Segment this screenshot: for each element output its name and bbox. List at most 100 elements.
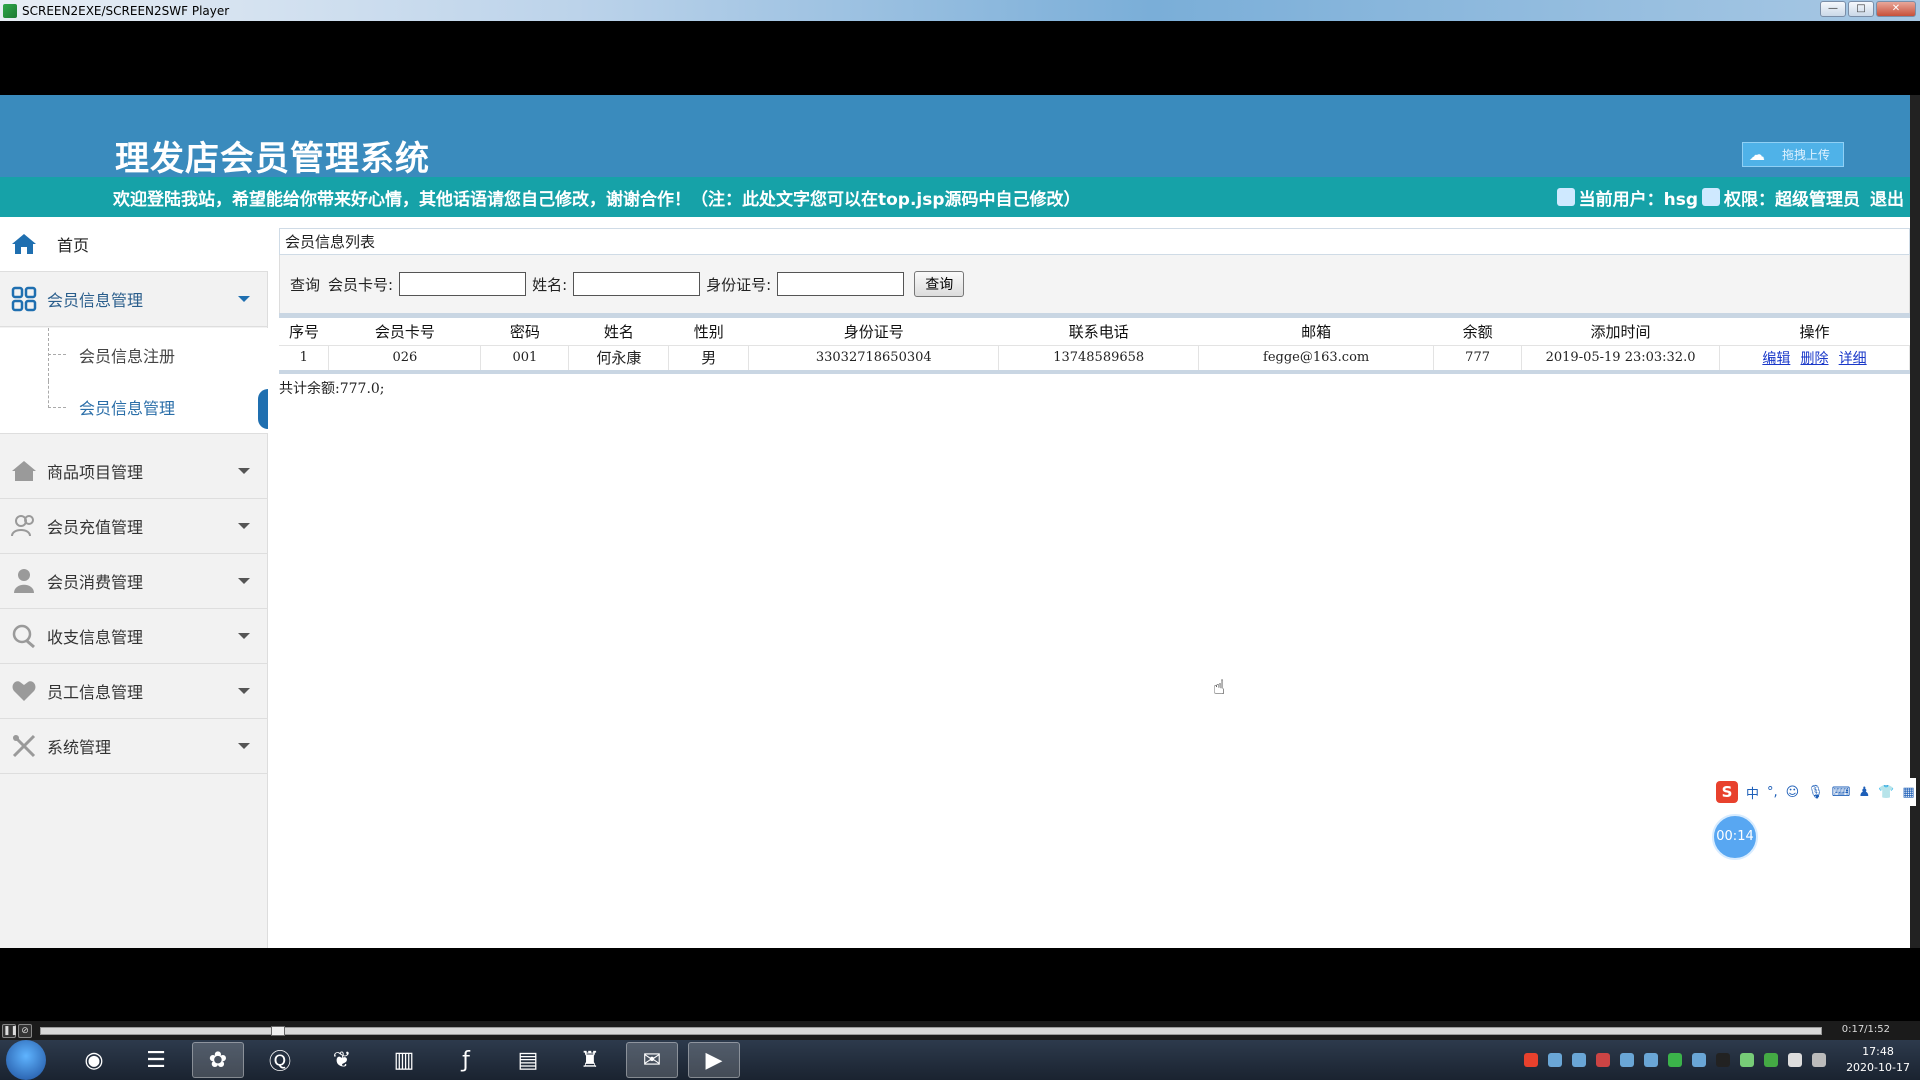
- cell-index: 1: [279, 344, 330, 370]
- sidebar-subitem-member-register[interactable]: 会员信息注册: [0, 328, 268, 381]
- network-icon[interactable]: [1740, 1053, 1755, 1067]
- start-button[interactable]: [6, 1040, 46, 1080]
- column-header: 密码: [509, 322, 540, 341]
- cell-gender: 男: [668, 344, 750, 370]
- emoji-icon[interactable]: ☺: [1786, 785, 1800, 800]
- column-header: 序号: [288, 322, 319, 341]
- qq-icon[interactable]: ♜: [564, 1042, 616, 1078]
- detail-link[interactable]: 详细: [1839, 351, 1867, 367]
- sidebar-item-member-info[interactable]: 会员信息管理: [0, 272, 268, 327]
- sidebar-item-staff[interactable]: 员工信息管理: [0, 664, 268, 719]
- caret-down-icon: [238, 523, 250, 529]
- sidebar-item-recharge[interactable]: 会员充值管理: [0, 499, 268, 554]
- idcard-input[interactable]: [777, 272, 905, 296]
- user-icon: [1556, 188, 1575, 206]
- cell-name: 何永康: [568, 344, 670, 370]
- tray-icon[interactable]: [1644, 1053, 1659, 1067]
- sidebar: 首页 会员信息管理 会员信息注册 会员信息管理 商品项目管理 会员充值管理 会员…: [0, 217, 268, 948]
- window-controls: — □ ✕: [1820, 1, 1916, 17]
- skin-icon[interactable]: 👕: [1878, 785, 1894, 800]
- playback-time: 0:17/1:52: [1841, 1024, 1890, 1035]
- name-input[interactable]: [573, 272, 701, 296]
- close-button[interactable]: ✕: [1876, 1, 1916, 17]
- column-header: 身份证号: [843, 322, 904, 341]
- keyboard-icon[interactable]: ⌨: [1832, 785, 1851, 800]
- tray-icon[interactable]: [1764, 1053, 1779, 1067]
- cell-password: 001: [480, 344, 570, 370]
- volume-icon[interactable]: [1788, 1053, 1803, 1067]
- member-table-wrap: 序号 会员卡号 密码 姓名 性别 身份证号 联系电话 邮箱 余额 添加时间 操作: [279, 313, 1910, 374]
- column-header: 联系电话: [1068, 322, 1129, 341]
- sogou-tray-icon[interactable]: [1524, 1053, 1539, 1067]
- sidebar-item-finance[interactable]: 收支信息管理: [0, 609, 268, 664]
- sogou-logo-icon: S: [1716, 781, 1738, 803]
- minimize-button[interactable]: —: [1820, 1, 1846, 17]
- sidebar-subitem-label: 会员信息管理: [79, 399, 176, 418]
- sidebar-item-home[interactable]: 首页: [0, 217, 268, 272]
- punctuation-icon[interactable]: °,: [1767, 785, 1778, 800]
- column-header: 姓名: [603, 322, 634, 341]
- search-prefix: 查询: [290, 275, 321, 294]
- grid-icon[interactable]: ▦: [1902, 785, 1914, 800]
- baidu-netdisk-icon[interactable]: ✿: [192, 1042, 244, 1078]
- seek-thumb[interactable]: [271, 1026, 285, 1036]
- sidebar-label: 会员充值管理: [47, 518, 144, 537]
- caret-down-icon: [238, 743, 250, 749]
- folder-icon[interactable]: ▤: [502, 1042, 554, 1078]
- edit-link[interactable]: 编辑: [1762, 351, 1790, 367]
- seek-bar[interactable]: [40, 1026, 1822, 1036]
- maximize-button[interactable]: □: [1848, 1, 1874, 17]
- wechat-tray-icon[interactable]: [1668, 1053, 1683, 1067]
- column-header: 会员卡号: [374, 322, 435, 341]
- chrome-icon[interactable]: ◉: [68, 1042, 120, 1078]
- tray-icon[interactable]: [1572, 1053, 1587, 1067]
- taskbar-clock[interactable]: 17:48 2020-10-17: [1846, 1044, 1910, 1076]
- card-label: 会员卡号:: [328, 275, 394, 294]
- ime-toolbar[interactable]: S 中 °, ☺ 🎙 ⌨ ♟ 👕 ▦: [1712, 778, 1916, 806]
- query-button[interactable]: 查询: [914, 271, 965, 297]
- wechat-icon[interactable]: ✉: [626, 1042, 678, 1078]
- sidebar-item-products[interactable]: 商品项目管理: [0, 444, 268, 499]
- sidebar-subitem-member-manage[interactable]: 会员信息管理: [0, 381, 268, 434]
- house-icon: [11, 458, 37, 484]
- caret-down-icon: [238, 688, 250, 694]
- shield-icon[interactable]: [1620, 1053, 1635, 1067]
- tray-icon[interactable]: [1596, 1053, 1611, 1067]
- system-title: 理发店会员管理系统: [115, 139, 430, 179]
- card-number-input[interactable]: [399, 272, 527, 296]
- qq-tray-icon[interactable]: [1716, 1053, 1731, 1067]
- member-table: 序号 会员卡号 密码 姓名 性别 身份证号 联系电话 邮箱 余额 添加时间 操作: [279, 318, 1910, 370]
- table-row: 1 026 001 何永康 男 33032718650304 137485896…: [279, 344, 1910, 370]
- sidebar-item-system[interactable]: 系统管理: [0, 719, 268, 774]
- tools-icon: [11, 733, 37, 759]
- player-taskbar-icon[interactable]: ▶: [688, 1042, 740, 1078]
- sidebar-item-consumption[interactable]: 会员消费管理: [0, 554, 268, 609]
- sidebar-label: 员工信息管理: [47, 683, 144, 702]
- user-icon[interactable]: ♟: [1859, 785, 1871, 800]
- caret-down-icon: [238, 468, 250, 474]
- chart-app-icon[interactable]: ▥: [378, 1042, 430, 1078]
- mic-icon[interactable]: 🎙: [1807, 785, 1824, 800]
- file-manager-icon[interactable]: ☰: [130, 1042, 182, 1078]
- display-icon[interactable]: [1812, 1053, 1827, 1067]
- leaf-app-icon[interactable]: ❦: [316, 1042, 368, 1078]
- caret-down-icon: [238, 296, 250, 302]
- cell-card: 026: [328, 344, 482, 370]
- arrow-icon[interactable]: [1692, 1053, 1707, 1067]
- pause-icon[interactable]: ❚❚: [2, 1023, 18, 1038]
- panel-title: 会员信息列表: [279, 228, 1910, 255]
- cell-email: fegge@163.com: [1198, 344, 1435, 370]
- home-icon: [11, 231, 37, 257]
- delete-link[interactable]: 删除: [1801, 351, 1829, 367]
- ime-mode-indicator[interactable]: 中: [1746, 783, 1759, 802]
- logout-link[interactable]: 退出: [1870, 185, 1904, 210]
- upload-button[interactable]: ☁ 拖拽上传: [1742, 142, 1844, 167]
- taskbar: ◉ ☰ ✿ Ⓠ ❦ ▥ ƒ ▤ ♜ ✉ ▶ 17:48 2020-10-17: [0, 1040, 1920, 1080]
- browser-icon[interactable]: Ⓠ: [254, 1042, 306, 1078]
- column-header: 余额: [1462, 322, 1493, 341]
- stop-icon[interactable]: ⊘: [18, 1023, 32, 1038]
- app-frame: 理发店会员管理系统 ☁ 拖拽上传 欢迎登陆我站，希望能给你带来好心情，其他话语请…: [0, 95, 1910, 948]
- tray-icon[interactable]: [1548, 1053, 1563, 1067]
- total-balance: 共计余额:777.0;: [279, 381, 385, 397]
- flash-icon[interactable]: ƒ: [440, 1042, 492, 1078]
